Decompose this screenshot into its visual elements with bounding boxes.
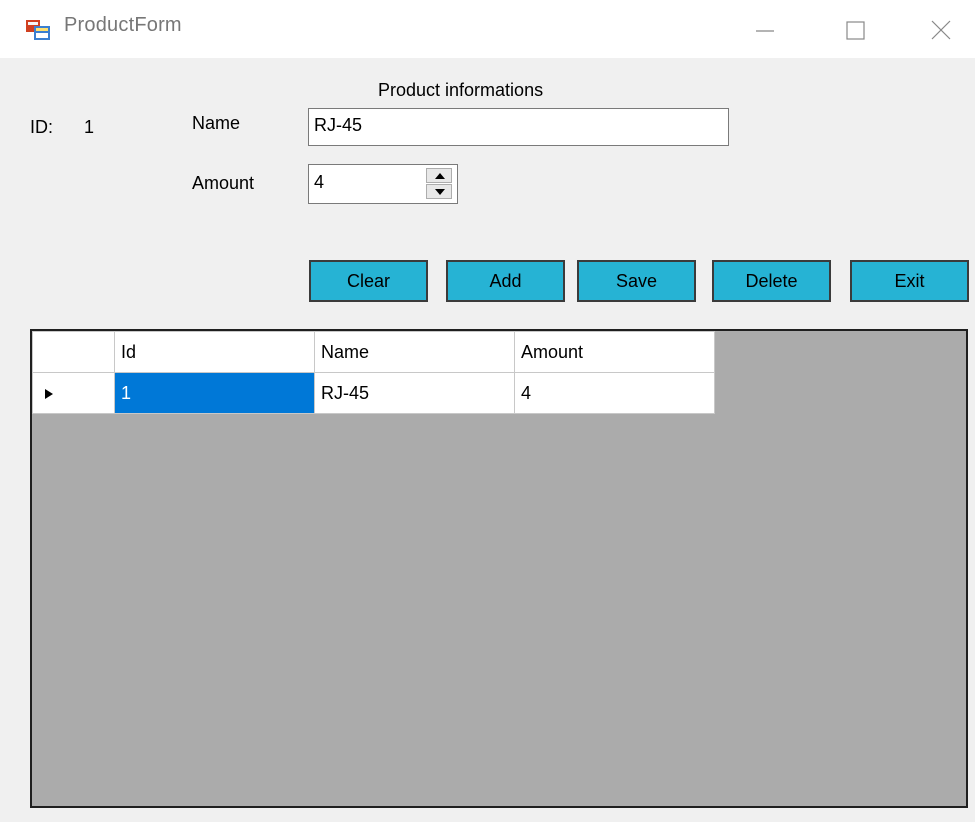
column-header-amount[interactable]: Amount	[514, 331, 715, 373]
cell-amount[interactable]: 4	[514, 372, 715, 414]
stepper-down-button[interactable]	[426, 184, 452, 199]
amount-value[interactable]: 4	[314, 172, 324, 193]
maximize-icon	[846, 21, 865, 40]
grid-corner-cell[interactable]	[32, 331, 115, 373]
table-row[interactable]: 1 RJ-45 4	[32, 372, 715, 414]
cell-name[interactable]: RJ-45	[314, 372, 515, 414]
row-header[interactable]	[32, 372, 115, 414]
close-icon	[931, 20, 951, 40]
add-button[interactable]: Add	[446, 260, 565, 302]
clear-button[interactable]: Clear	[309, 260, 428, 302]
arrow-up-icon	[435, 173, 445, 179]
current-row-arrow-icon	[45, 389, 53, 399]
cell-id[interactable]: 1	[114, 372, 315, 414]
maximize-button[interactable]	[836, 14, 876, 46]
close-button[interactable]	[922, 14, 962, 46]
arrow-down-icon	[435, 189, 445, 195]
column-header-name[interactable]: Name	[314, 331, 515, 373]
minimize-icon	[756, 30, 774, 32]
name-label: Name	[192, 113, 241, 133]
name-field[interactable]: RJ-45	[308, 108, 729, 146]
exit-button[interactable]: Exit	[850, 260, 969, 302]
id-label: ID:	[30, 117, 54, 137]
column-header-id[interactable]: Id	[114, 331, 315, 373]
grid-header-row: Id Name Amount	[32, 331, 715, 373]
app-icon	[26, 20, 50, 40]
save-button[interactable]: Save	[577, 260, 696, 302]
minimize-button[interactable]	[746, 14, 786, 46]
form-heading: Product informations	[378, 80, 544, 100]
window-title: ProductForm	[64, 14, 182, 36]
grid-table: Id Name Amount 1 RJ-45 4	[32, 331, 715, 414]
amount-stepper[interactable]: 4	[308, 164, 458, 204]
stepper-buttons	[426, 168, 454, 200]
stepper-up-button[interactable]	[426, 168, 452, 183]
products-grid[interactable]: Id Name Amount 1 RJ-45 4	[30, 329, 968, 808]
amount-label: Amount	[192, 173, 255, 193]
delete-button[interactable]: Delete	[712, 260, 831, 302]
title-bar[interactable]: ProductForm	[0, 0, 975, 58]
id-value: 1	[84, 117, 95, 137]
